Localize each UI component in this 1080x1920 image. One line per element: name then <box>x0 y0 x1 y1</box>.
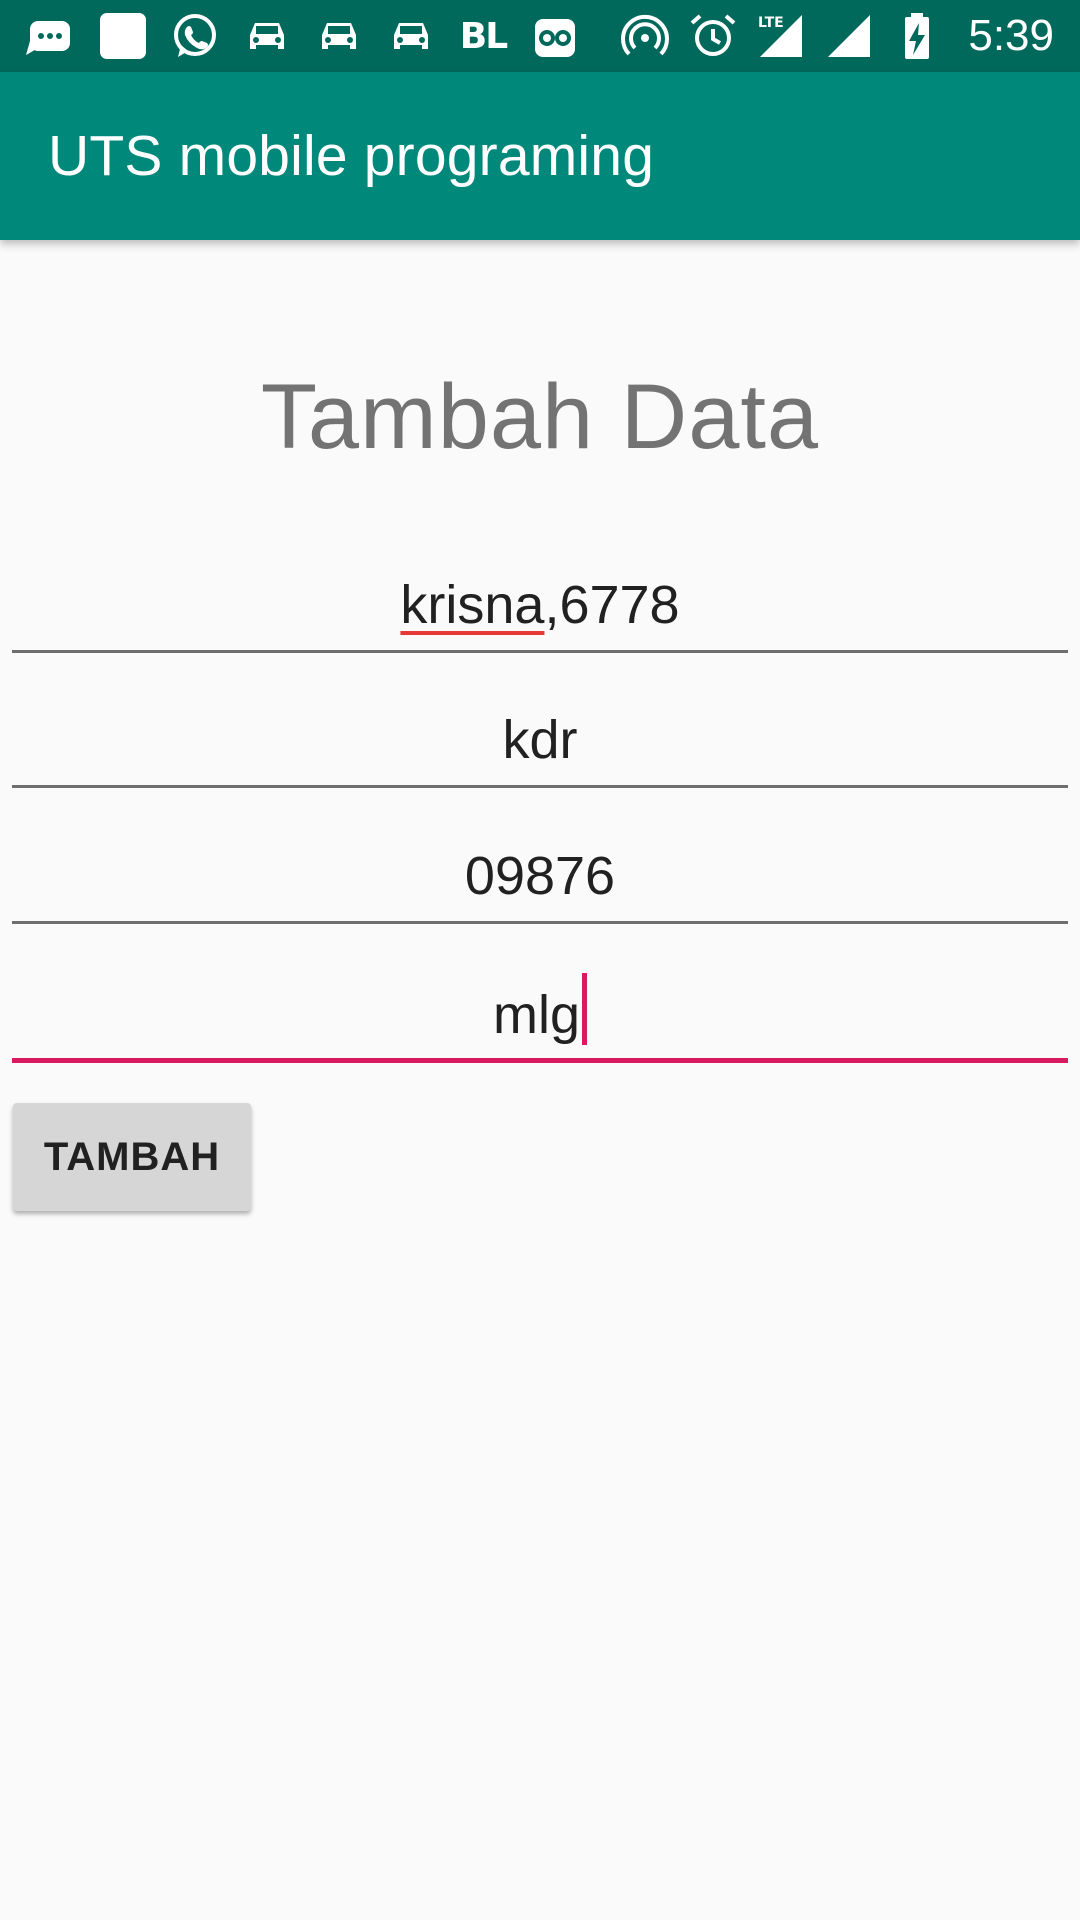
hotspot-icon <box>620 11 670 61</box>
app-title: UTS mobile programing <box>48 124 655 188</box>
app-bar: UTS mobile programing <box>0 72 1080 240</box>
field-underline <box>12 921 1068 924</box>
alarm-icon <box>688 11 738 61</box>
number-field-value: 09876 <box>464 846 616 906</box>
signal-icon <box>824 11 874 61</box>
tripadvisor-owl-icon <box>530 11 580 61</box>
car-icon <box>242 11 292 61</box>
text-cursor <box>582 973 587 1045</box>
name-field[interactable]: krisna,6778 <box>12 543 1068 653</box>
lte-label: LTE <box>758 15 784 31</box>
field-underline <box>12 785 1068 788</box>
field-underline-focused <box>12 1058 1068 1063</box>
status-bar: BL LTE 5:39 <box>0 0 1080 72</box>
location-field[interactable]: mlg <box>12 953 1068 1063</box>
square-app-icon <box>98 11 148 61</box>
misspelled-word: krisna <box>400 575 545 635</box>
car-icon <box>386 11 436 61</box>
number-field[interactable]: 09876 <box>12 814 1068 924</box>
bl-icon: BL <box>458 11 508 61</box>
bl-label: BL <box>459 15 508 57</box>
whatsapp-icon <box>170 11 220 61</box>
lte-signal-icon: LTE <box>756 11 806 61</box>
clock: 5:39 <box>968 11 1054 60</box>
location-field-text: mlg <box>492 985 580 1045</box>
city-field-value: kdr <box>502 710 578 770</box>
car-icon <box>314 11 364 61</box>
location-field-value: mlg <box>12 973 1068 1045</box>
system-icons: LTE 5:39 <box>620 11 1080 61</box>
name-field-rest: ,6778 <box>544 575 680 635</box>
city-field[interactable]: kdr <box>12 678 1068 788</box>
messages-icon <box>26 11 76 61</box>
page-title: Tambah Data <box>260 366 820 468</box>
tambah-button[interactable]: TAMBAH <box>13 1103 251 1211</box>
battery-charging-icon <box>892 11 942 61</box>
name-field-value: krisna,6778 <box>12 575 1068 635</box>
notification-icons: BL <box>0 11 580 61</box>
field-underline <box>12 650 1068 653</box>
